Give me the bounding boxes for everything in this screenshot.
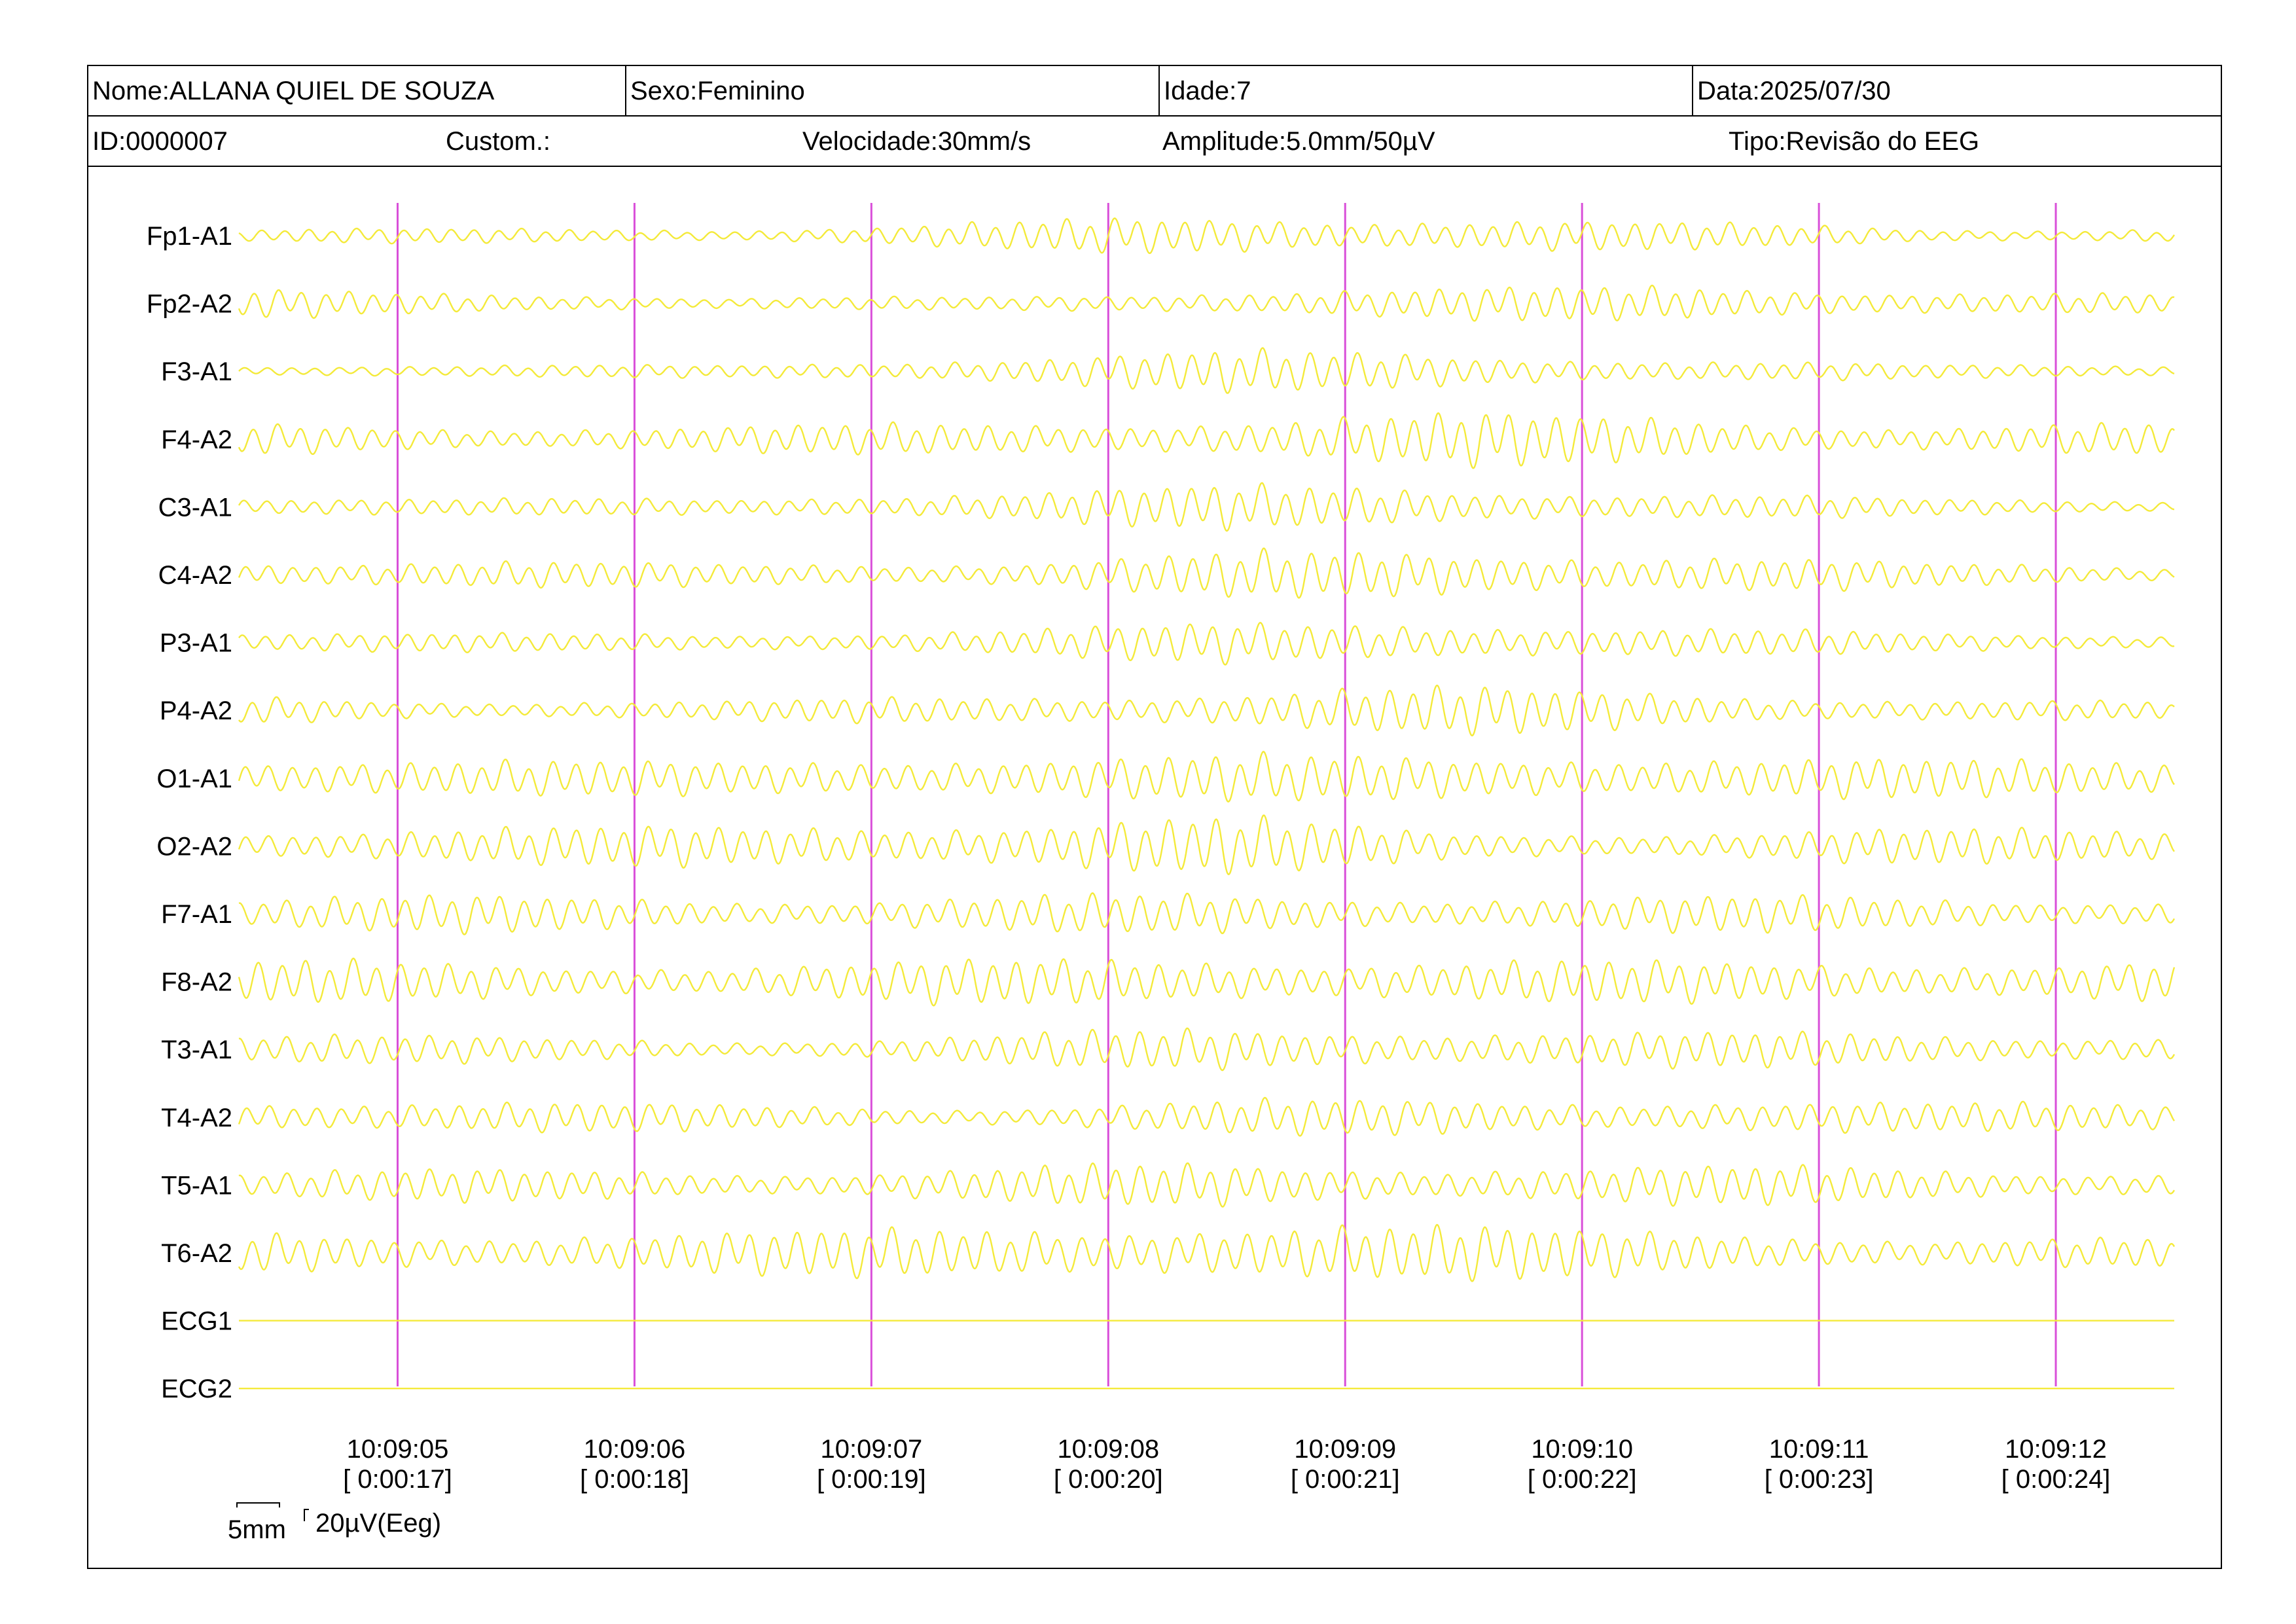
- eeg-trace-o2-a2: [238, 814, 2175, 876]
- channel-label: T6-A2: [161, 1239, 232, 1268]
- channel-label: Fp1-A1: [147, 222, 232, 251]
- time-clock-label: 10:09:09: [1294, 1435, 1396, 1464]
- eeg-trace-f4-a2: [238, 412, 2175, 469]
- eeg-trace-p3-a1: [238, 622, 2175, 666]
- channel-label: ECG1: [161, 1307, 232, 1336]
- channel-labels: Fp1-A1 Fp2-A2 F3-A1 F4-A2 C3-A1 C4-A2 P3-A1 P4-…: [147, 222, 232, 1403]
- eeg-trace-t6-a2: [238, 1223, 2176, 1282]
- channel-label: T3-A1: [161, 1036, 232, 1064]
- eeg-traces: [238, 217, 2176, 1390]
- time-elapsed-label: [ 0:00:19]: [817, 1465, 926, 1494]
- channel-label: C4-A2: [158, 561, 232, 590]
- eeg-trace-t4-a2: [238, 1096, 2175, 1137]
- channel-label: F4-A2: [161, 425, 232, 454]
- eeg-trace-o1-a1: [238, 750, 2175, 803]
- eeg-trace-t5-a1: [238, 1162, 2176, 1208]
- time-clock-label: 10:09:07: [821, 1435, 923, 1464]
- eeg-chart: Fp1-A1 Fp2-A2 F3-A1 F4-A2 C3-A1 C4-A2 P3-A1 P4-…: [147, 203, 2176, 1544]
- eeg-trace-p4-a2: [238, 684, 2175, 736]
- channel-label: F3-A1: [161, 357, 232, 386]
- channel-label: T5-A1: [161, 1171, 232, 1200]
- channel-label: P4-A2: [160, 696, 232, 725]
- channel-label: O2-A2: [156, 832, 232, 861]
- eeg-trace-t3-a1: [238, 1027, 2176, 1072]
- channel-label: ECG2: [161, 1375, 232, 1403]
- channel-label: F7-A1: [161, 900, 232, 929]
- time-clock-label: 10:09:10: [1531, 1435, 1633, 1464]
- time-scale-label: 5mm: [228, 1515, 286, 1544]
- time-elapsed-label: [ 0:00:22]: [1528, 1465, 1637, 1494]
- time-clock-label: 10:09:08: [1057, 1435, 1159, 1464]
- time-elapsed-label: [ 0:00:20]: [1054, 1465, 1163, 1494]
- eeg-trace-fp1-a1: [238, 217, 2175, 255]
- eeg-trace-c4-a2: [238, 547, 2175, 599]
- scale-bar: 5mm 20µV(Eeg): [228, 1502, 441, 1544]
- eeg-trace-fp2-a2: [238, 284, 2175, 322]
- channel-label: T4-A2: [161, 1104, 232, 1132]
- time-scale-bracket: [236, 1502, 280, 1507]
- eeg-trace-f7-a1: [238, 892, 2176, 935]
- eeg-trace-f3-a1: [238, 347, 2175, 394]
- channel-label: C3-A1: [158, 493, 232, 522]
- eeg-trace-f8-a2: [238, 957, 2176, 1007]
- eeg-trace-c3-a1: [238, 482, 2175, 532]
- amplitude-scale-label: 20µV(Eeg): [315, 1509, 441, 1538]
- time-elapsed-label: [ 0:00:24]: [2001, 1465, 2111, 1494]
- time-clock-label: 10:09:06: [584, 1435, 686, 1464]
- channel-label: F8-A2: [161, 968, 232, 997]
- time-elapsed-label: [ 0:00:17]: [343, 1465, 452, 1494]
- time-clock-label: 10:09:05: [347, 1435, 449, 1464]
- second-markers: [396, 203, 2057, 1386]
- channel-label: O1-A1: [156, 765, 232, 793]
- time-elapsed-label: [ 0:00:21]: [1291, 1465, 1400, 1494]
- time-elapsed-label: [ 0:00:18]: [580, 1465, 689, 1494]
- time-clock-label: 10:09:12: [2005, 1435, 2107, 1464]
- amplitude-scale-bracket: [304, 1509, 309, 1521]
- time-elapsed-label: [ 0:00:23]: [1765, 1465, 1874, 1494]
- time-clock-label: 10:09:11: [1769, 1435, 1869, 1464]
- channel-label: Fp2-A2: [147, 290, 232, 319]
- time-axis: 10:09:05[ 0:00:17] 10:09:06[ 0:00:18] 10:0…: [343, 1435, 2110, 1494]
- channel-label: P3-A1: [160, 629, 232, 658]
